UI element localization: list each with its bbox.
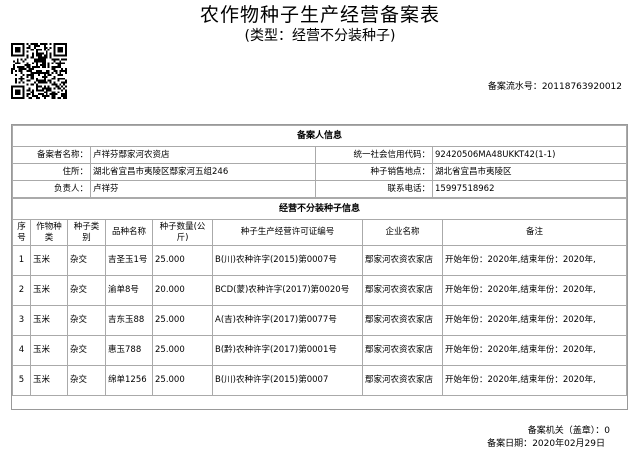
crop-type: 玉米 — [30, 335, 68, 366]
seed-category: 杂交 — [67, 245, 106, 276]
seed-category: 杂交 — [67, 305, 106, 336]
seed-category: 杂交 — [67, 365, 106, 396]
row-number: 3 — [12, 305, 31, 336]
crop-type: 玉米 — [30, 305, 68, 336]
company-name: 鄢家河农资农家店 — [362, 305, 443, 336]
company-name: 鄢家河农资农家店 — [362, 365, 443, 396]
column-header: 种子生产经营许可证编号 — [212, 219, 363, 246]
row-number: 4 — [12, 335, 31, 366]
qr-code-icon — [11, 43, 67, 99]
column-header: 种子类别 — [67, 219, 106, 246]
sales-location-label: 种子销售地点： — [315, 163, 433, 181]
company-name: 鄢家河农资农家店 — [362, 245, 443, 276]
column-header: 品种名称 — [105, 219, 153, 246]
seed-quantity: 25.000 — [152, 305, 213, 336]
credit-code-label: 统一社会信用代码： — [315, 146, 433, 164]
column-header: 序号 — [12, 219, 31, 246]
filing-date-value: 2020年02月29日 — [532, 439, 605, 449]
address-label: 住所： — [12, 163, 91, 181]
crop-type: 玉米 — [30, 275, 68, 306]
row-number: 5 — [12, 365, 31, 396]
serial-label: 备案流水号： — [487, 82, 542, 92]
filing-office: 备案机关（盖章）：0 — [528, 425, 610, 437]
phone-value: 15997518962 — [432, 180, 627, 198]
remark: 开始年份：2020年,结束年份：2020年, — [442, 335, 627, 366]
serial-value: 20118763920012 — [541, 82, 622, 92]
remark: 开始年份：2020年,结束年份：2020年, — [442, 305, 627, 336]
filer-name-label: 备案者名称： — [12, 146, 91, 164]
column-header: 作物种类 — [30, 219, 68, 246]
row-number: 2 — [12, 275, 31, 306]
variety-name: 吉东玉88 — [105, 305, 153, 336]
seed-section-heading: 经营不分装种子信息 — [12, 198, 627, 220]
table-row: 1 玉米 杂交 吉圣玉1号 25.000 B(川)农种许字(2015)第0007… — [12, 245, 627, 276]
variety-name: 绵单1256 — [105, 365, 153, 396]
address-value: 湖北省宜昌市夷陵区鄢家河五组246 — [90, 163, 316, 181]
remark: 开始年份：2020年,结束年份：2020年, — [442, 365, 627, 396]
seed-quantity: 20.000 — [152, 275, 213, 306]
company-name: 鄢家河农资农家店 — [362, 275, 443, 306]
seed-quantity: 25.000 — [152, 365, 213, 396]
table-row: 5 玉米 杂交 绵单1256 25.000 B(川)农种许字(2015)第000… — [12, 365, 627, 396]
sales-location-value: 湖北省宜昌市夷陵区 — [432, 163, 627, 181]
crop-type: 玉米 — [30, 365, 68, 396]
license-number: BCD(蒙)农种许字(2017)第0020号 — [212, 275, 363, 306]
responsible-label: 负责人： — [12, 180, 91, 198]
filing-office-value: 0 — [604, 426, 610, 436]
license-number: B(川)农种许字(2015)第0007 — [212, 365, 363, 396]
document-title: 农作物种子生产经营备案表 — [199, 4, 440, 26]
row-number: 1 — [12, 245, 31, 276]
column-header: 企业名称 — [362, 219, 443, 246]
company-name: 鄢家河农资农家店 — [362, 335, 443, 366]
variety-name: 惠玉788 — [105, 335, 153, 366]
seed-category: 杂交 — [67, 275, 106, 306]
table-row: 4 玉米 杂交 惠玉788 25.000 B(黔)农种许字(2017)第0001… — [12, 335, 627, 366]
crop-type: 玉米 — [30, 245, 68, 276]
filing-date: 备案日期：2020年02月29日 — [487, 438, 605, 450]
filer-info-table: 备案人信息 备案者名称： 卢祥芬鄢家河农资店 统一社会信用代码： 9242050… — [12, 125, 627, 198]
column-header: 种子数量(公斤) — [152, 219, 213, 246]
document-subtitle: (类型：经营不分装种子) — [244, 28, 396, 44]
serial-number: 备案流水号：20118763920012 — [488, 81, 622, 93]
variety-name: 吉圣玉1号 — [105, 245, 153, 276]
filing-sheet: 备案人信息 备案者名称： 卢祥芬鄢家河农资店 统一社会信用代码： 9242050… — [11, 124, 628, 410]
seed-info-table: 经营不分装种子信息 序号 作物种类 种子类别 品种名称 种子数量(公斤) 种子生… — [12, 198, 627, 396]
remark: 开始年份：2020年,结束年份：2020年, — [442, 245, 627, 276]
filing-date-label: 备案日期： — [487, 439, 533, 449]
seed-quantity: 25.000 — [152, 245, 213, 276]
seed-category: 杂交 — [67, 335, 106, 366]
phone-label: 联系电话： — [315, 180, 433, 198]
license-number: B(黔)农种许字(2017)第0001号 — [212, 335, 363, 366]
filing-office-label: 备案机关（盖章）： — [527, 426, 605, 436]
responsible-value: 卢祥芬 — [90, 180, 316, 198]
credit-code-value: 92420506MA48UKKT42(1-1) — [432, 146, 627, 164]
filer-name-value: 卢祥芬鄢家河农资店 — [90, 146, 316, 164]
column-header: 备注 — [442, 219, 627, 246]
filer-section-heading: 备案人信息 — [12, 125, 627, 147]
seed-quantity: 25.000 — [152, 335, 213, 366]
license-number: A(吉)农种许字(2017)第0077号 — [212, 305, 363, 336]
variety-name: 渝单8号 — [105, 275, 153, 306]
table-row: 3 玉米 杂交 吉东玉88 25.000 A(吉)农种许字(2017)第0077… — [12, 305, 627, 336]
table-row: 2 玉米 杂交 渝单8号 20.000 BCD(蒙)农种许字(2017)第002… — [12, 275, 627, 306]
remark: 开始年份：2020年,结束年份：2020年, — [442, 275, 627, 306]
license-number: B(川)农种许字(2015)第0007号 — [212, 245, 363, 276]
